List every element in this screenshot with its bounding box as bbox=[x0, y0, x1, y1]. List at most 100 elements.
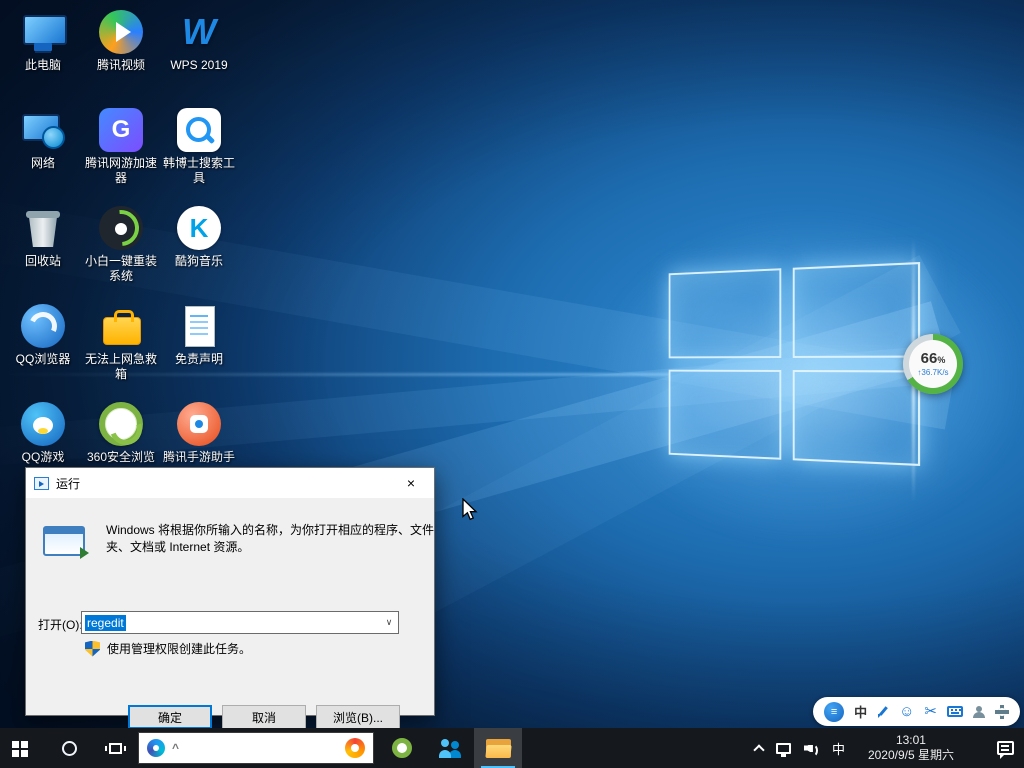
taskbar: ^ 中 13:01 2020/9/5 星期六 bbox=[0, 728, 1024, 768]
people-app-icon bbox=[439, 738, 461, 758]
system-tray: 中 13:01 2020/9/5 星期六 bbox=[755, 728, 1024, 768]
wps-icon bbox=[177, 10, 221, 54]
run-command-combobox[interactable]: regedit ∨ bbox=[81, 611, 399, 634]
desktop-icons-grid: 此电脑 腾讯视频 WPS 2019 网络 腾讯网游加速器 韩博士搜索工具 回收站 bbox=[4, 4, 238, 494]
run-dialog-title: 运行 bbox=[56, 475, 80, 492]
desktop-icon-label: 网络 bbox=[31, 156, 55, 171]
settings-gear-icon[interactable] bbox=[995, 705, 1009, 719]
cortana-icon bbox=[62, 741, 77, 756]
ime-logo-icon[interactable]: ≡ bbox=[824, 702, 844, 722]
taskbar-app-360-browser[interactable] bbox=[378, 728, 426, 768]
desktop-icon-this-pc[interactable]: 此电脑 bbox=[4, 4, 82, 102]
desktop-icon-network-first-aid[interactable]: 无法上网急救箱 bbox=[82, 298, 160, 396]
run-app-icon bbox=[43, 526, 85, 556]
admin-note-row: 使用管理权限创建此任务。 bbox=[85, 640, 251, 657]
pen-icon[interactable] bbox=[877, 706, 889, 718]
user-icon[interactable] bbox=[973, 706, 985, 718]
task-view-button[interactable] bbox=[92, 728, 138, 768]
desktop-icon-label: 酷狗音乐 bbox=[175, 254, 223, 269]
tray-volume-button[interactable] bbox=[804, 728, 819, 768]
360-browser-taskbar-icon bbox=[392, 738, 412, 758]
taskbar-search-box[interactable]: ^ bbox=[138, 732, 374, 764]
game-booster-icon bbox=[99, 108, 143, 152]
windows-logo-icon bbox=[12, 741, 19, 748]
search-caret[interactable]: ^ bbox=[172, 741, 179, 755]
tray-network-button[interactable] bbox=[776, 728, 791, 768]
speaker-icon bbox=[804, 742, 819, 755]
memory-percent: 66% bbox=[921, 351, 946, 368]
desktop-icon-game-booster[interactable]: 腾讯网游加速器 bbox=[82, 102, 160, 200]
ethernet-icon bbox=[776, 743, 791, 754]
first-aid-kit-icon bbox=[99, 304, 143, 348]
desktop-icon-recycle-bin[interactable]: 回收站 bbox=[4, 200, 82, 298]
action-center-button[interactable] bbox=[983, 728, 1014, 768]
taskbar-app-file-explorer[interactable] bbox=[474, 728, 522, 768]
emoji-icon[interactable]: ☺ bbox=[899, 704, 914, 719]
clock-time: 13:01 bbox=[868, 733, 954, 748]
admin-note-text: 使用管理权限创建此任务。 bbox=[107, 640, 251, 657]
desktop-icon-label: 韩博士搜索工具 bbox=[161, 156, 237, 186]
open-label: 打开(O): bbox=[38, 616, 83, 633]
run-dialog-titlebar[interactable]: 运行 × bbox=[26, 468, 434, 498]
cancel-button[interactable]: 取消 bbox=[222, 705, 306, 729]
desktop-icon-kugou-music[interactable]: 酷狗音乐 bbox=[160, 200, 238, 298]
ime-toolbar: ≡ 中 ☺ ✂ bbox=[813, 697, 1020, 726]
qq-games-icon bbox=[21, 402, 65, 446]
start-button[interactable] bbox=[0, 728, 46, 768]
combobox-dropdown-icon[interactable]: ∨ bbox=[380, 612, 398, 633]
desktop-icon-tencent-video[interactable]: 腾讯视频 bbox=[82, 4, 160, 102]
run-dialog-icon bbox=[34, 477, 49, 490]
close-icon: × bbox=[407, 475, 415, 491]
desktop-icon-xiaobai-reinstall[interactable]: 小白一键重装系统 bbox=[82, 200, 160, 298]
recycle-bin-icon bbox=[21, 206, 65, 250]
close-button[interactable]: × bbox=[388, 468, 434, 498]
desktop-icon-label: 回收站 bbox=[25, 254, 61, 269]
upload-speed: ↑36.7K/s bbox=[917, 368, 948, 378]
soft-keyboard-icon[interactable] bbox=[947, 706, 963, 717]
360-browser-icon bbox=[99, 402, 143, 446]
clock-date: 2020/9/5 星期六 bbox=[868, 748, 954, 763]
desktop-icon-label: 免责声明 bbox=[175, 352, 223, 367]
taskbar-app-tencent[interactable] bbox=[426, 728, 474, 768]
run-dialog-body: Windows 将根据你所输入的名称，为你打开相应的程序、文件夹、文档或 Int… bbox=[26, 498, 434, 717]
desktop-icon-label: 腾讯网游加速器 bbox=[83, 156, 159, 186]
task-view-icon bbox=[109, 743, 122, 754]
desktop-icon-disclaimer[interactable]: 免责声明 bbox=[160, 298, 238, 396]
desktop-icon-label: 小白一键重装系统 bbox=[83, 254, 159, 284]
desktop-icon-search-tool[interactable]: 韩博士搜索工具 bbox=[160, 102, 238, 200]
action-center-icon bbox=[997, 741, 1014, 755]
run-dialog: 运行 × Windows 将根据你所输入的名称，为你打开相应的程序、文件夹、文档… bbox=[25, 467, 435, 716]
desktop-icon-label: WPS 2019 bbox=[170, 58, 227, 73]
tencent-mobile-assistant-icon bbox=[177, 402, 221, 446]
taskbar-clock[interactable]: 13:01 2020/9/5 星期六 bbox=[868, 733, 954, 763]
run-description: Windows 将根据你所输入的名称，为你打开相应的程序、文件夹、文档或 Int… bbox=[106, 522, 438, 556]
desktop-icon-label: 无法上网急救箱 bbox=[83, 352, 159, 382]
cortana-button[interactable] bbox=[46, 728, 92, 768]
tray-show-hidden-icons[interactable] bbox=[755, 728, 763, 768]
desktop-icon-label: 此电脑 bbox=[25, 58, 61, 73]
tencent-video-icon bbox=[99, 10, 143, 54]
desktop-icon-network[interactable]: 网络 bbox=[4, 102, 82, 200]
desktop-icon-label: QQ游戏 bbox=[22, 450, 65, 465]
desktop-icon-qq-browser[interactable]: QQ浏览器 bbox=[4, 298, 82, 396]
net-speed-badge[interactable]: 66% ↑36.7K/s bbox=[903, 334, 963, 394]
screenshot-scissors-icon[interactable]: ✂ bbox=[924, 704, 937, 719]
uac-shield-icon bbox=[85, 641, 100, 657]
kugou-music-icon bbox=[177, 206, 221, 250]
qq-browser-icon bbox=[21, 304, 65, 348]
tray-ime-indicator[interactable]: 中 bbox=[832, 728, 845, 768]
desktop-icon-wps-2019[interactable]: WPS 2019 bbox=[160, 4, 238, 102]
search-engine-icon[interactable] bbox=[147, 739, 165, 757]
desktop: 此电脑 腾讯视频 WPS 2019 网络 腾讯网游加速器 韩博士搜索工具 回收站 bbox=[0, 0, 1024, 768]
chevron-up-icon bbox=[753, 744, 764, 755]
desktop-icon-label: 360安全浏览 bbox=[87, 450, 155, 465]
ok-button[interactable]: 确定 bbox=[128, 705, 212, 729]
run-command-value[interactable]: regedit bbox=[85, 615, 126, 631]
ime-mode-indicator[interactable]: 中 bbox=[854, 702, 867, 721]
search-tool-icon bbox=[177, 108, 221, 152]
document-icon bbox=[177, 304, 221, 348]
desktop-icon-label: QQ浏览器 bbox=[16, 352, 71, 367]
browse-button[interactable]: 浏览(B)... bbox=[316, 705, 400, 729]
net-speed-inner: 66% ↑36.7K/s bbox=[909, 340, 957, 388]
search-hotword-icon[interactable] bbox=[345, 738, 365, 758]
